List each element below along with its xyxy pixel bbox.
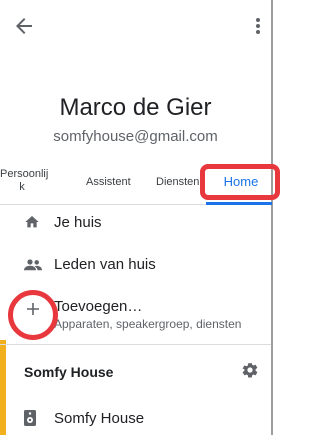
menu-item-label: Leden van huis: [54, 256, 156, 273]
home-section-title: Somfy House: [24, 364, 114, 380]
menu-item-subtitle: Apparaten, speakergroep, diensten: [54, 317, 242, 331]
top-app-bar: [0, 0, 271, 52]
menu-item-my-home[interactable]: Je huis: [0, 206, 271, 238]
account-email: somfyhouse@gmail.com: [53, 128, 218, 145]
speaker-icon: [24, 410, 36, 431]
active-tab-indicator: [206, 202, 272, 205]
account-name: Marco de Gier: [59, 94, 212, 121]
menu-item-members[interactable]: Leden van huis: [0, 248, 271, 280]
tab-services[interactable]: Diensten: [156, 176, 199, 188]
home-icon: [24, 214, 40, 235]
tab-personal[interactable]: Persoonlij k: [0, 168, 48, 194]
menu-item-label: Je huis: [54, 214, 102, 231]
menu-item-label: Toevoegen…: [54, 298, 143, 315]
section-divider: [0, 344, 271, 345]
device-name: Somfy House: [54, 410, 145, 427]
back-arrow-icon[interactable]: [12, 14, 36, 38]
tab-assistant[interactable]: Assistent: [86, 176, 131, 188]
people-icon: [24, 258, 42, 276]
more-options-icon[interactable]: [249, 14, 267, 38]
gear-icon[interactable]: [241, 361, 259, 379]
highlight-circle-add: [8, 290, 58, 340]
highlight-box-home-tab: [200, 164, 280, 200]
device-item[interactable]: Somfy House: [0, 400, 271, 432]
